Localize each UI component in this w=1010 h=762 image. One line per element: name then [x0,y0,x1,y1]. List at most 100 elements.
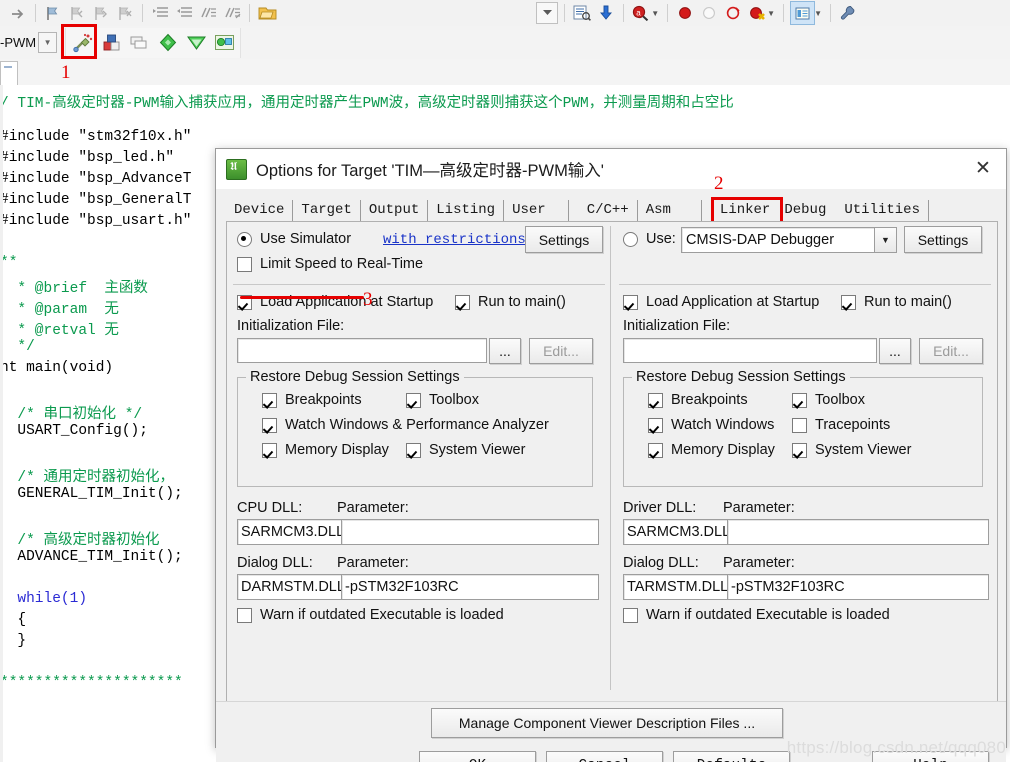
step-into-icon[interactable] [7,3,29,24]
driver-dll-input[interactable]: SARMCM3.DLL [623,519,729,545]
run-to-main-row-right[interactable]: Run to main() [841,294,952,310]
run-to-main-checkbox-right[interactable] [841,294,856,310]
tab-listing[interactable]: Listing [428,200,505,221]
limit-speed-row[interactable]: Limit Speed to Real-Time [237,256,423,272]
restore-breakpoints-row-left[interactable]: Breakpoints [262,392,362,408]
simulator-settings-button[interactable]: Settings [525,226,603,253]
tab-c-cpp[interactable]: C/C++ [579,200,638,221]
warn-outdated-checkbox-right[interactable] [623,607,638,623]
caret-down-icon-2[interactable]: ▼ [767,9,775,18]
flag-icon[interactable] [42,3,64,24]
warn-outdated-row-left[interactable]: Warn if outdated Executable is loaded [237,607,504,623]
editor-file-tab[interactable] [0,61,18,86]
load-app-row-right[interactable]: Load Application at Startup [623,294,819,310]
restore-breakpoints-checkbox-left[interactable] [262,392,277,408]
manage-project-items-icon[interactable] [211,31,237,55]
restore-memory-display-checkbox-left[interactable] [262,442,277,458]
uncomment-icon[interactable] [221,3,243,24]
chevron-down-icon-debugger[interactable]: ▼ [874,228,896,252]
bookmark-next-icon[interactable] [90,3,112,24]
indent-decrease-icon[interactable] [173,3,195,24]
comment-icon[interactable] [197,3,219,24]
restore-watch-windows-checkbox-left[interactable] [262,417,277,433]
restore-breakpoints-row-right[interactable]: Breakpoints [648,392,748,408]
init-file-input-right[interactable] [623,338,877,363]
init-file-input-left[interactable] [237,338,487,363]
chevron-down-icon[interactable]: ▼ [38,32,58,53]
build-target-icon[interactable] [99,31,125,55]
restore-system-viewer-row-right[interactable]: System Viewer [792,442,911,458]
batch-build-icon[interactable] [127,31,153,55]
with-restrictions-link[interactable]: with restrictions [383,232,526,248]
restore-toolbox-checkbox-left[interactable] [406,392,421,408]
limit-speed-checkbox[interactable] [237,256,252,272]
ok-button[interactable]: OK [419,751,536,762]
restore-system-viewer-checkbox-left[interactable] [406,442,421,458]
tab-debug[interactable]: Debug [774,200,836,221]
init-file-browse-button-right[interactable]: ... [879,338,911,364]
project-window-icon[interactable] [790,1,816,25]
indent-increase-icon[interactable] [149,3,171,24]
tab-utilities[interactable]: Utilities [836,200,929,221]
restore-toolbox-row-left[interactable]: Toolbox [406,392,479,408]
restore-system-viewer-row-left[interactable]: System Viewer [406,442,525,458]
warn-outdated-checkbox-left[interactable] [237,607,252,623]
breakpoint-clear-all-icon[interactable] [746,3,768,24]
find-in-files-icon[interactable]: a [630,3,652,24]
dialog-dll-parameter-input-right[interactable]: -pSTM32F103RC [727,574,989,600]
rebuild-icon[interactable] [183,31,209,55]
defaults-button[interactable]: Defaults [673,751,790,762]
init-file-browse-button-left[interactable]: ... [489,338,521,364]
warn-outdated-row-right[interactable]: Warn if outdated Executable is loaded [623,607,890,623]
tab-output[interactable]: Output [361,200,429,221]
dropdown-arrow-icon[interactable] [536,2,559,24]
build-settings-icon[interactable] [837,3,859,24]
open-folder-icon[interactable] [256,3,278,24]
run-to-main-row-left[interactable]: Run to main() [455,294,566,310]
debugger-settings-button[interactable]: Settings [904,226,982,253]
download-icon[interactable] [595,3,617,24]
init-file-edit-button-left[interactable]: Edit... [529,338,593,364]
breakpoint-icon[interactable] [674,3,696,24]
restore-toolbox-row-right[interactable]: Toolbox [792,392,865,408]
tab-target[interactable]: Target [293,200,361,221]
debugger-select[interactable]: CMSIS-DAP Debugger ▼ [681,227,897,253]
restore-toolbox-checkbox-right[interactable] [792,392,807,408]
configure-target-icon[interactable] [571,3,593,24]
init-file-edit-button-right[interactable]: Edit... [919,338,983,364]
restore-tracepoints-checkbox-right[interactable] [792,417,807,433]
load-app-checkbox-right[interactable] [623,294,638,310]
dialog-dll-parameter-input-left[interactable]: -pSTM32F103RC [341,574,599,600]
use-simulator-radio[interactable] [237,231,252,247]
bookmark-prev-icon[interactable] [66,3,88,24]
use-debugger-radio[interactable] [623,231,638,247]
dialog-dll-input-right[interactable]: TARMSTM.DLL [623,574,729,600]
restore-memory-display-checkbox-right[interactable] [648,442,663,458]
use-simulator-radio-row[interactable]: Use Simulator [237,231,351,247]
restore-tracepoints-row-right[interactable]: Tracepoints [792,417,890,433]
tab-device[interactable]: Device [226,200,294,221]
run-to-main-checkbox-left[interactable] [455,294,470,310]
driver-dll-parameter-input[interactable] [727,519,989,545]
close-icon[interactable]: ✕ [968,155,998,181]
bookmark-clear-icon[interactable] [114,3,136,24]
project-target-combo[interactable]: -PWM ▼ [0,32,58,53]
dialog-dll-input-left[interactable]: DARMSTM.DLL [237,574,343,600]
restore-watch-windows-checkbox-right[interactable] [648,417,663,433]
tab-asm[interactable]: Asm [638,200,702,221]
restore-system-viewer-checkbox-right[interactable] [792,442,807,458]
manage-component-viewer-button[interactable]: Manage Component Viewer Description File… [431,708,783,738]
restore-watch-windows-row-right[interactable]: Watch Windows [648,417,774,433]
restore-breakpoints-checkbox-right[interactable] [648,392,663,408]
caret-down-icon[interactable]: ▼ [651,9,659,18]
translate-icon[interactable] [155,31,181,55]
breakpoint-toggle-icon[interactable] [722,3,744,24]
tab-user[interactable]: User [504,200,569,221]
cpu-dll-input[interactable]: SARMCM3.DLL [237,519,343,545]
breakpoint-disabled-icon[interactable] [698,3,720,24]
restore-watch-windows-row-left[interactable]: Watch Windows & Performance Analyzer [262,417,549,433]
caret-down-icon-3[interactable]: ▼ [814,9,822,18]
restore-memory-display-row-left[interactable]: Memory Display [262,442,389,458]
restore-memory-display-row-right[interactable]: Memory Display [648,442,775,458]
use-debugger-radio-row[interactable]: Use: [623,231,676,247]
